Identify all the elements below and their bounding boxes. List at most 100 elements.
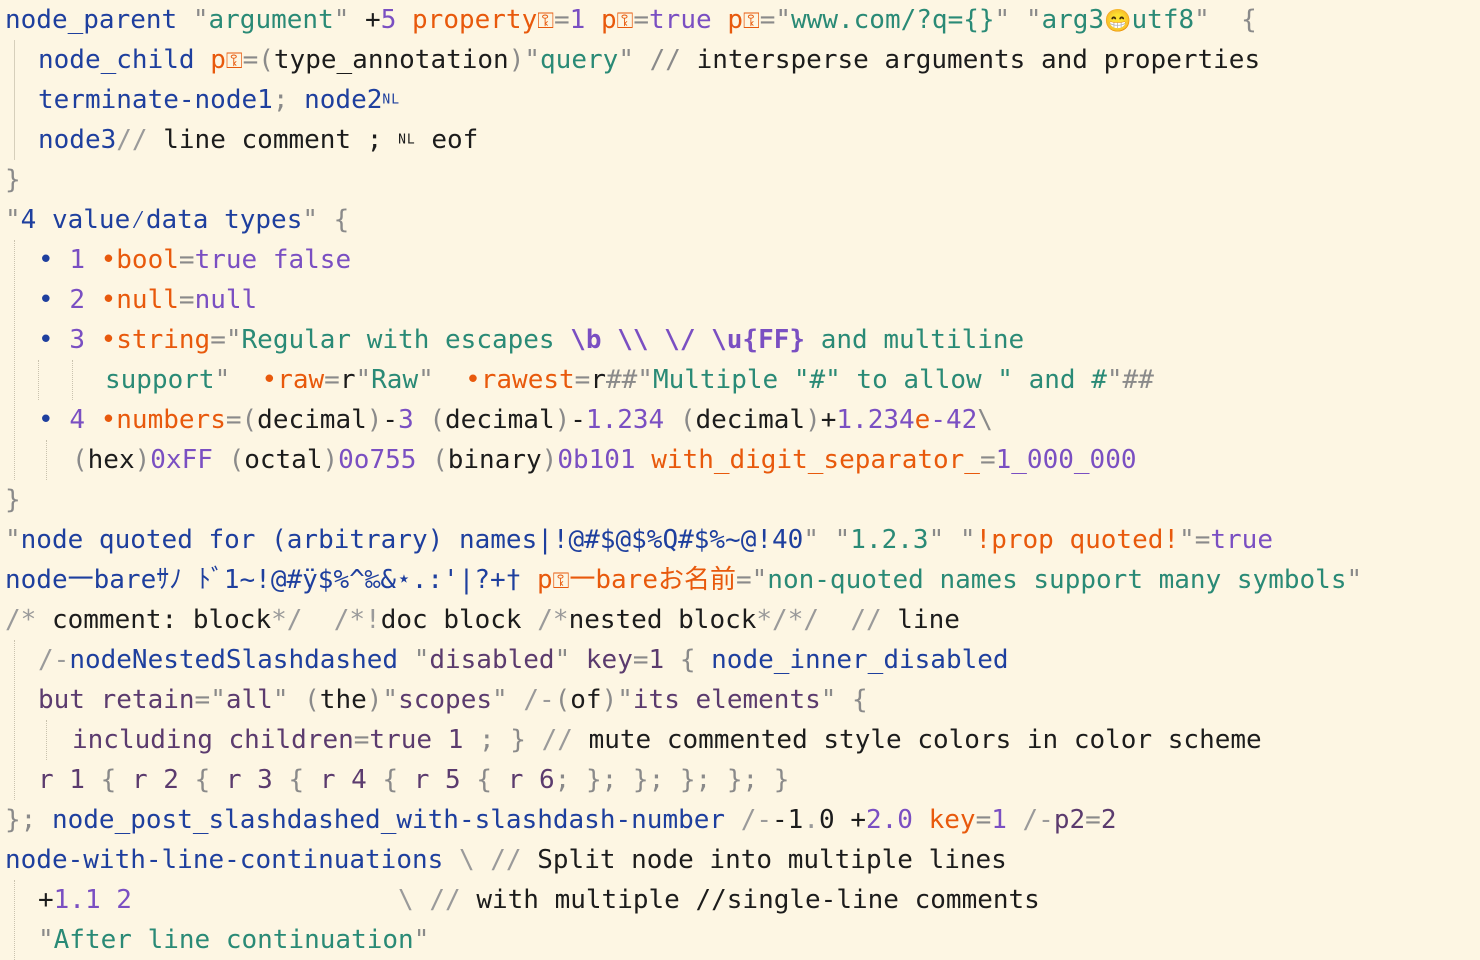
code-token: " <box>1025 5 1042 35</box>
code-line[interactable]: } <box>5 480 21 520</box>
code-token: r <box>590 365 606 395</box>
code-line[interactable]: • 4 •numbers=(decimal)-3 (decimal)-1.234… <box>38 400 993 440</box>
code-token: 2 <box>1100 805 1117 835</box>
code-line[interactable]: • 2 •null=null <box>38 280 257 320</box>
code-line[interactable]: including children=true 1 ; } // mute co… <box>72 720 1262 760</box>
code-token: " { <box>820 685 868 715</box>
code-token: decimal <box>257 405 367 435</box>
code-token: •raw <box>261 365 325 395</box>
code-token: 1.2.3 <box>850 525 929 555</box>
code-token: 4 <box>69 405 101 435</box>
code-token: ( <box>228 445 245 475</box>
code-token: •null <box>100 285 179 315</box>
code-token: 1 <box>648 645 680 675</box>
key-placeholder-icon: ⚿ <box>742 9 760 34</box>
code-line[interactable]: node3// line comment ; NL eof <box>38 120 478 160</box>
code-token: 1 <box>991 805 1023 835</box>
code-token: •string <box>100 325 211 355</box>
code-line[interactable]: /-nodeNestedSlashdashed "disabled" key=1… <box>38 640 1009 680</box>
code-token: node_post_slashdashed_with-slashdash-num… <box>51 805 741 835</box>
code-token: /- <box>740 805 773 835</box>
code-token: p <box>600 5 617 35</box>
code-token: with multiple //single-line comments <box>476 885 1040 915</box>
code-token: " <box>834 525 851 555</box>
code-line[interactable]: node_parent "argument" +5 property⚿=1 p⚿… <box>5 0 1257 40</box>
code-token: " <box>272 685 305 715</box>
code-line[interactable]: "node quoted for (arbitrary) names|!@#$@… <box>5 520 1273 560</box>
code-line[interactable]: terminate-node1; node2NL <box>38 80 400 120</box>
key-placeholder-icon: ⚿ <box>225 49 243 74</box>
code-line[interactable]: }; node_post_slashdashed_with-slashdash-… <box>5 800 1116 840</box>
code-token: node_child <box>38 45 211 75</box>
code-token: property <box>412 5 538 35</box>
code-line[interactable]: node_child p⚿=(type_annotation)"query" /… <box>38 40 1260 80</box>
code-line[interactable]: support" •raw=r"Raw" •rawest=r##"Multipl… <box>105 360 1154 400</box>
code-token: } <box>5 165 21 195</box>
code-token: "= <box>1179 525 1211 555</box>
code-line[interactable]: r 1 { r 2 { r 3 { r 4 { r 5 { r 6; }; };… <box>38 760 789 800</box>
code-token: ( <box>72 445 88 475</box>
code-line[interactable]: • 1 •bool=true false <box>38 240 351 280</box>
code-token: its elements <box>632 685 821 715</box>
code-token: true false <box>194 245 352 275</box>
code-token: " <box>413 925 430 955</box>
code-token: •bool <box>100 245 179 275</box>
code-token: ; <box>272 85 305 115</box>
code-token: = <box>975 805 992 835</box>
code-token: r 1 <box>38 765 101 795</box>
code-token: mute commented style colors in color sch… <box>588 725 1262 755</box>
code-line[interactable]: +1.1 2 \ // with multiple //single-line … <box>38 880 1040 920</box>
code-token: disabled <box>429 645 555 675</box>
code-token: 3 <box>69 325 101 355</box>
code-line[interactable]: node一bareｻﾉ ﾄﾞ1~!@#ÿ$%^‰&⋆.:'|?+† p⚿一bar… <box>5 560 1362 600</box>
code-token: \ // <box>458 845 538 875</box>
code-token: " { <box>1194 5 1257 35</box>
code-token: + <box>38 885 54 915</box>
code-token: 1.234 <box>836 405 915 435</box>
code-token: ( <box>554 685 571 715</box>
code-token: " <box>994 5 1026 35</box>
code-token: !prop quoted! <box>975 525 1180 555</box>
code-line[interactable]: "4 value⁄data types" { <box>5 200 349 240</box>
code-line[interactable]: } <box>5 160 21 200</box>
code-token: Raw <box>371 365 419 395</box>
code-token: " <box>382 685 399 715</box>
code-token: ) <box>601 685 618 715</box>
code-token: = <box>554 5 570 35</box>
code-token: 2 <box>69 285 101 315</box>
code-token: " <box>418 365 466 395</box>
code-token: } <box>5 485 21 515</box>
code-line[interactable]: (hex)0xFF (octal)0o755 (binary)0b101 wit… <box>72 440 1137 480</box>
code-token: -42 <box>930 405 978 435</box>
code-token: { <box>194 765 226 795</box>
code-token: /- <box>38 645 70 675</box>
code-token: with_digit_separator_ <box>651 445 980 475</box>
code-token: NL <box>382 92 401 108</box>
code-line[interactable]: but retain="all" (the)"scopes" /-(of)"it… <box>38 680 868 720</box>
code-token: r 2 <box>131 765 195 795</box>
code-token: " <box>333 5 350 35</box>
code-token: Regular with escapes <box>241 325 571 355</box>
code-token: " <box>5 525 21 555</box>
code-token: query <box>540 45 619 75</box>
code-editor[interactable]: node_parent "argument" +5 property⚿=1 p⚿… <box>0 0 1480 960</box>
code-token: and multiline <box>805 325 1025 355</box>
code-token: =( <box>242 45 274 75</box>
code-token: terminate-node1 <box>38 85 273 115</box>
code-token: non-quoted names support many symbols <box>767 565 1347 595</box>
code-line[interactable]: /* comment: block*/ /*!doc block /*neste… <box>5 600 960 640</box>
code-token: = <box>979 445 996 475</box>
code-token: " <box>928 525 960 555</box>
code-token: nested block <box>568 605 757 635</box>
code-token: intersperse arguments and properties <box>696 45 1261 75</box>
code-line[interactable]: node-with-line-continuations \ // Split … <box>5 840 1007 880</box>
code-token: 1 <box>569 5 601 35</box>
code-token: " <box>959 525 976 555</box>
code-token: - <box>570 405 586 435</box>
code-token: 0 <box>819 805 851 835</box>
code-line[interactable]: "After line continuation" <box>38 920 429 960</box>
code-token: 1_000_000 <box>995 445 1137 475</box>
code-token: including children <box>72 725 354 755</box>
code-token: " <box>210 685 226 715</box>
code-line[interactable]: • 3 •string="Regular with escapes \b \\ … <box>38 320 1024 360</box>
